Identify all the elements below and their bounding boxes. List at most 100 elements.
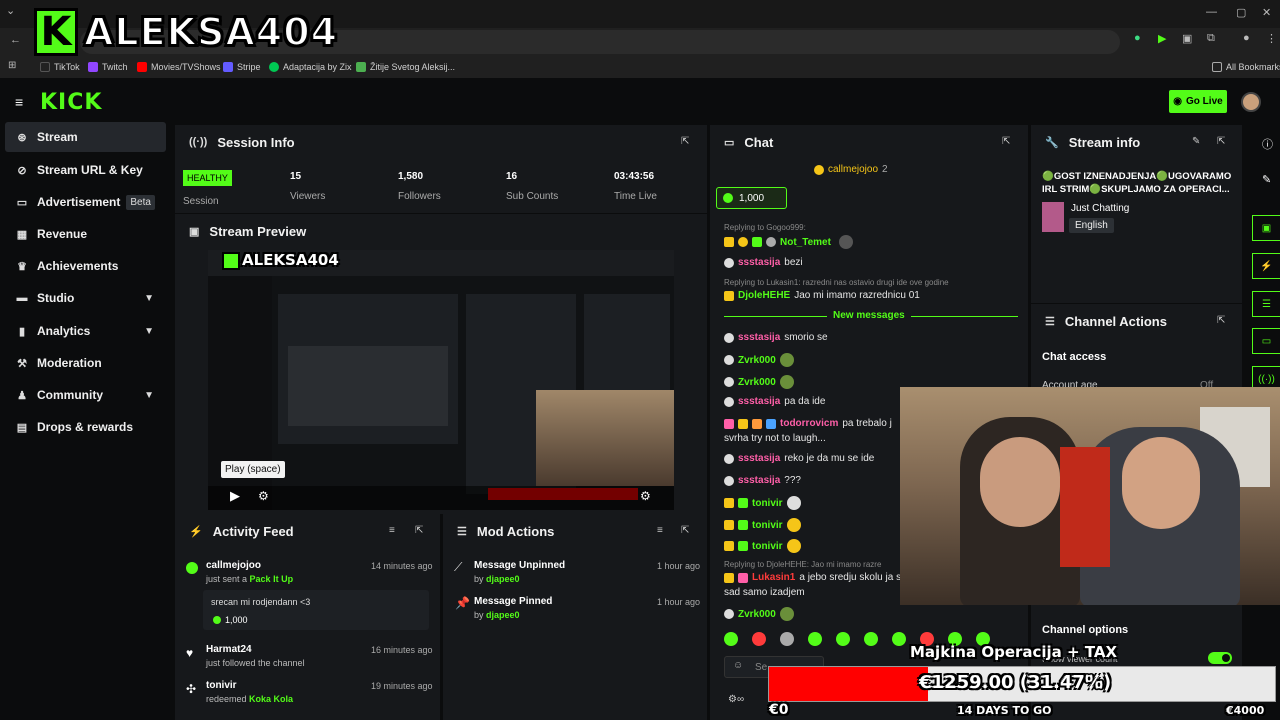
emote-icon[interactable] <box>808 632 822 646</box>
chat-message: ssstasija reko je da mu se ide <box>724 453 874 464</box>
expand-icon[interactable]: ⇱ <box>1217 315 1225 326</box>
smile-emote-icon <box>786 539 801 553</box>
sidebar-item-analytics[interactable]: ▮ Analytics ▼ <box>5 316 166 346</box>
sliders-icon: ☰ <box>1045 315 1055 328</box>
bookmark-movies[interactable]: Movies/TVShows <box>137 62 221 72</box>
chat-bubble-icon: ▭ <box>724 136 735 149</box>
stat-sub-counts: 16 Sub Counts <box>506 171 559 202</box>
emote-icon[interactable] <box>780 632 794 646</box>
sidebar-item-achievements[interactable]: ♛ Achievements <box>5 251 166 281</box>
rail-bolt-icon[interactable]: ⚡ <box>1252 253 1280 279</box>
fullscreen-icon[interactable]: ⚙ <box>640 489 651 503</box>
chat-message: ssstasija pa da ide <box>724 396 825 407</box>
rail-list-icon[interactable]: ☰ <box>1252 291 1280 317</box>
sidebar-item-drops-rewards[interactable]: ▤ Drops & rewards <box>5 412 166 442</box>
pinned-gift-banner[interactable]: callmejojoo 2 <box>814 164 888 175</box>
overlay-logo-name: ALEKSA404 <box>83 9 339 55</box>
badge-icon <box>724 377 734 387</box>
sidebar-item-advertisement[interactable]: ▭ Advertisement Beta <box>5 187 166 217</box>
donation-goal-start: €0 <box>769 702 789 718</box>
kick-logo[interactable]: KICK <box>40 90 102 115</box>
settings-gear-icon[interactable]: ⚙ <box>258 489 269 503</box>
emote-icon <box>838 235 853 249</box>
pin-icon: 📌 <box>455 596 470 610</box>
play-tooltip: Play (space) <box>221 461 285 478</box>
emote-icon[interactable] <box>864 632 878 646</box>
expand-icon[interactable]: ⇱ <box>681 136 689 147</box>
emote-icon[interactable] <box>724 632 738 646</box>
bookmark-stripe[interactable]: Stripe <box>223 62 261 72</box>
expand-icon[interactable]: ⇱ <box>681 525 689 536</box>
rail-video-icon[interactable]: ▣ <box>1252 215 1280 241</box>
stream-category[interactable]: Just Chatting <box>1071 203 1129 214</box>
extension-play-icon[interactable]: ▶ <box>1158 32 1166 45</box>
sidebar-item-stream-url-key[interactable]: ⊘ Stream URL & Key <box>5 155 166 185</box>
sidebar-item-moderation[interactable]: ⚒ Moderation <box>5 348 166 378</box>
reward-icon: ✣ <box>186 682 197 696</box>
twitch-icon <box>88 62 98 72</box>
emoji-icon[interactable]: ☺ <box>733 660 743 671</box>
stream-preview-header: ▣ Stream Preview <box>189 223 307 239</box>
filter-icon[interactable]: ≡ <box>657 525 663 536</box>
badge-icon <box>724 418 734 429</box>
extension-icon[interactable]: ● <box>1134 32 1141 44</box>
profile-icon[interactable]: ● <box>1243 32 1250 44</box>
play-icon[interactable]: ▶ <box>230 488 240 504</box>
info-icon[interactable]: ⓘ <box>1262 136 1273 152</box>
chat-message: ssstasija smorio se <box>724 332 828 343</box>
analytics-icon: ▮ <box>18 325 26 338</box>
rail-chat-icon[interactable]: ▭ <box>1252 328 1280 354</box>
filter-icon[interactable]: ≡ <box>389 525 395 536</box>
extensions-puzzle-icon[interactable]: ⧉ <box>1207 32 1215 45</box>
bookmark-tiktok[interactable]: TikTok <box>40 62 80 72</box>
chevron-down-icon: ▼ <box>144 292 154 304</box>
close-icon[interactable]: ✕ <box>1262 6 1271 19</box>
edit-pencil-icon[interactable]: ✎ <box>1192 136 1200 147</box>
sidebar-item-community[interactable]: ♟ Community ▼ <box>5 380 166 410</box>
sidebar-item-stream[interactable]: ⊛ Stream <box>5 122 166 152</box>
badge-icon <box>724 332 734 343</box>
donation-goal-fill <box>769 667 929 701</box>
bookmark-zitije[interactable]: Žitije Svetog Aleksij... <box>356 62 455 72</box>
wrench-icon: 🔧 <box>1045 136 1059 149</box>
avatar[interactable] <box>1241 92 1261 112</box>
chat-message: Zvrk000 <box>724 607 794 621</box>
chevron-down-icon: ▼ <box>144 389 154 401</box>
minimize-icon[interactable]: — <box>1206 6 1217 18</box>
stream-info-header: 🔧 Stream info <box>1045 134 1141 150</box>
expand-icon[interactable]: ⇱ <box>415 525 423 536</box>
chat-settings-icon[interactable]: ⚙∞ <box>728 694 744 705</box>
sidebar-item-studio[interactable]: ▬ Studio ▼ <box>5 283 166 313</box>
emote-icon[interactable] <box>836 632 850 646</box>
bookmark-twitch[interactable]: Twitch <box>88 62 128 72</box>
edit-pencil-icon[interactable]: ✎ <box>1262 173 1271 186</box>
all-bookmarks[interactable]: All Bookmarks <box>1212 62 1280 72</box>
sidebar-item-revenue[interactable]: ▦ Revenue <box>5 219 166 249</box>
chat-access-heading: Chat access <box>1042 351 1107 363</box>
show-viewer-count-toggle[interactable] <box>1208 652 1232 664</box>
maximize-icon[interactable]: ▢ <box>1236 6 1246 19</box>
kicks-leader-chip[interactable]: 1,000 <box>716 187 787 209</box>
chat-reply-context: Replying to Gogoo999: <box>724 223 806 232</box>
emote-icon[interactable] <box>752 632 766 646</box>
category-thumbnail <box>1042 202 1064 232</box>
channel-actions-header: ☰ Channel Actions <box>1045 313 1167 329</box>
go-live-button[interactable]: ◉ Go Live <box>1169 90 1227 113</box>
chat-message: Lukasin1 a jebo sredju skolu ja s <box>724 572 901 583</box>
back-icon[interactable]: ← <box>10 34 21 46</box>
youtube-icon <box>137 62 147 72</box>
smile-emote-icon <box>786 518 801 532</box>
menu-dots-icon[interactable]: ⋮ <box>1266 32 1277 45</box>
apps-grid-icon[interactable]: ⊞ <box>8 60 16 71</box>
emote-icon[interactable] <box>892 632 906 646</box>
tab-search-icon[interactable]: ⌄ <box>6 4 15 17</box>
badge-icon <box>752 418 762 429</box>
expand-icon[interactable]: ⇱ <box>1217 136 1225 147</box>
extension-icon[interactable]: ▣ <box>1182 32 1192 45</box>
badge-icon <box>738 541 748 551</box>
hamburger-menu-icon[interactable]: ≡ <box>15 94 23 110</box>
bookmark-adaptacija[interactable]: Adaptacija by Zix <box>269 62 352 72</box>
expand-icon[interactable]: ⇱ <box>1002 136 1010 147</box>
badge-icon <box>738 572 748 583</box>
mod-action-item: Message Pinned by djapee0 <box>474 596 553 620</box>
